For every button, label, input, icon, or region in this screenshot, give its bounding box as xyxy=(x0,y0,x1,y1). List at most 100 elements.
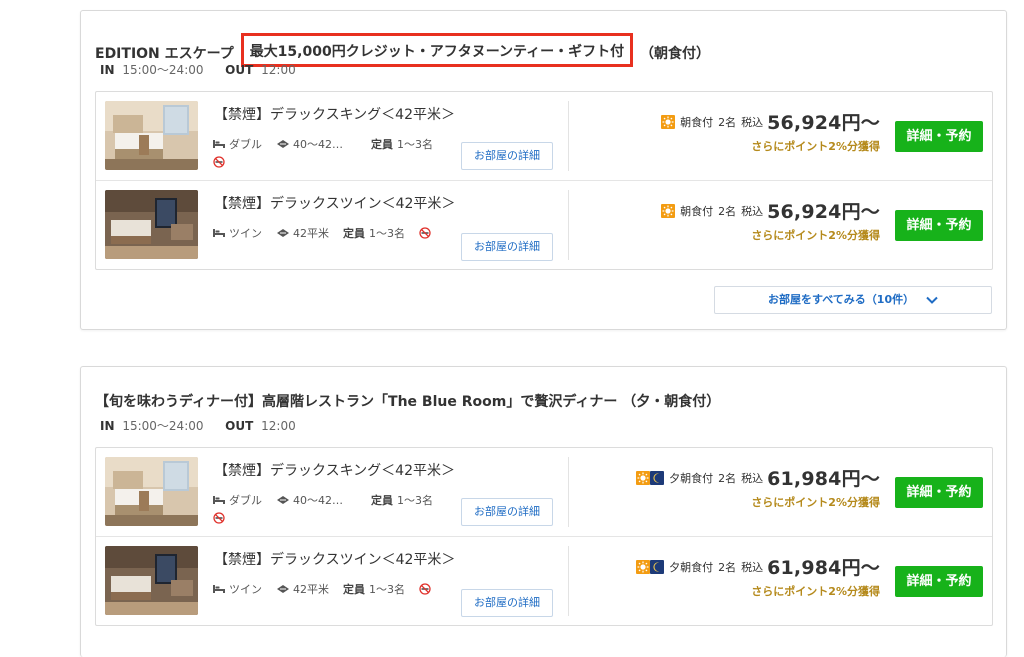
divider xyxy=(568,190,569,260)
room-name[interactable]: 【禁煙】デラックスキング＜42平米＞ xyxy=(214,460,455,480)
sun-icon xyxy=(636,471,650,485)
tax-label: 税込 xyxy=(741,115,764,129)
tax-label: 税込 xyxy=(741,471,764,485)
room-specs: ダブル 40〜42… 定員 1〜3名 xyxy=(212,492,447,508)
plan-title[interactable]: 【旬を味わうディナー付】高層階レストラン「The Blue Room」で贅沢ディ… xyxy=(95,391,720,411)
reserve-button[interactable]: 詳細・予約 xyxy=(895,566,983,597)
bed-type: ダブル xyxy=(229,494,262,507)
room-detail-button[interactable]: お部屋の詳細 xyxy=(461,498,553,526)
plan-card: EDITION エスケープ 最大15,000円クレジット・アフタヌーンティー・ギ… xyxy=(80,10,1007,330)
highlighted-offer-text: 最大15,000円クレジット・アフタヌーンティー・ギフト付 xyxy=(240,33,634,67)
people-count: 2名 xyxy=(718,204,737,218)
meal-price-line: 朝食付 2名 税込 56,924円〜 xyxy=(661,108,880,135)
no-smoking-icon xyxy=(419,227,431,239)
bed-icon xyxy=(212,495,226,505)
meal-type: 朝食付 xyxy=(680,204,714,218)
see-all-rooms-label: お部屋をすべてみる（10件） xyxy=(768,293,915,306)
people-count: 2名 xyxy=(718,560,737,574)
divider xyxy=(568,546,569,616)
check-out-time: 12:00 xyxy=(261,419,296,433)
room-specs: ツイン 42平米 定員 1〜3名 xyxy=(212,225,434,241)
price: 61,984円〜 xyxy=(767,468,880,490)
check-in-time: 15:00〜24:00 xyxy=(122,419,204,433)
room-size-icon xyxy=(276,495,290,505)
meal-price-line: 夕朝食付 2名 税込 61,984円〜 xyxy=(636,553,880,580)
capacity-label: 定員 xyxy=(371,494,393,507)
meal-type: 朝食付 xyxy=(680,115,714,129)
bed-icon xyxy=(212,139,226,149)
price: 56,924円〜 xyxy=(767,201,880,223)
room-photo[interactable] xyxy=(105,546,198,615)
people-count: 2名 xyxy=(718,471,737,485)
room-row: 【禁煙】デラックスツイン＜42平米＞ ツイン 42平米 定員 1〜3名 お部屋の… xyxy=(96,537,992,625)
capacity-label: 定員 xyxy=(343,227,365,240)
check-in-out-times: IN 15:00〜24:00 OUT 12:00 xyxy=(100,61,296,78)
room-size: 42平米 xyxy=(293,227,329,240)
room-detail-button[interactable]: お部屋の詳細 xyxy=(461,142,553,170)
divider xyxy=(568,457,569,527)
room-row: 【禁煙】デラックスキング＜42平米＞ ダブル 40〜42… 定員 1〜3名 お部… xyxy=(96,448,992,537)
price: 56,924円〜 xyxy=(767,112,880,134)
moon-icon xyxy=(650,471,664,485)
room-row: 【禁煙】デラックスキング＜42平米＞ ダブル 40〜42… 定員 1〜3名 お部… xyxy=(96,92,992,181)
room-photo[interactable] xyxy=(105,101,198,170)
room-name[interactable]: 【禁煙】デラックスツイン＜42平米＞ xyxy=(214,549,455,569)
sun-icon xyxy=(661,204,675,218)
room-specs: ダブル 40〜42… 定員 1〜3名 xyxy=(212,136,447,152)
points-note: さらにポイント2%分獲得 xyxy=(751,585,880,598)
sun-icon xyxy=(661,115,675,129)
see-all-rooms-button[interactable]: お部屋をすべてみる（10件） xyxy=(714,286,992,314)
plan-title-prefix: EDITION エスケープ xyxy=(95,46,234,62)
chevron-down-icon xyxy=(926,296,938,304)
capacity-label: 定員 xyxy=(343,583,365,596)
tax-label: 税込 xyxy=(741,560,764,574)
no-smoking-icon xyxy=(419,583,431,595)
points-note: さらにポイント2%分獲得 xyxy=(751,229,880,242)
room-specs: ツイン 42平米 定員 1〜3名 xyxy=(212,581,434,597)
price: 61,984円〜 xyxy=(767,557,880,579)
room-detail-button[interactable]: お部屋の詳細 xyxy=(461,589,553,617)
room-size: 40〜42… xyxy=(293,138,343,151)
room-size: 40〜42… xyxy=(293,494,343,507)
divider xyxy=(568,101,569,171)
room-name[interactable]: 【禁煙】デラックスキング＜42平米＞ xyxy=(214,104,455,124)
room-photo[interactable] xyxy=(105,190,198,259)
meal-price-line: 夕朝食付 2名 税込 61,984円〜 xyxy=(636,464,880,491)
check-in-time: 15:00〜24:00 xyxy=(122,63,204,77)
reserve-button[interactable]: 詳細・予約 xyxy=(895,121,983,152)
capacity-value: 1〜3名 xyxy=(369,227,405,240)
check-out-label: OUT xyxy=(225,419,254,433)
room-list: 【禁煙】デラックスキング＜42平米＞ ダブル 40〜42… 定員 1〜3名 お部… xyxy=(95,91,993,270)
tax-label: 税込 xyxy=(741,204,764,218)
room-size: 42平米 xyxy=(293,583,329,596)
reserve-button[interactable]: 詳細・予約 xyxy=(895,477,983,508)
sun-icon xyxy=(636,560,650,574)
capacity-value: 1〜3名 xyxy=(369,583,405,596)
no-smoking-icon xyxy=(213,512,225,524)
room-row: 【禁煙】デラックスツイン＜42平米＞ ツイン 42平米 定員 1〜3名 お部屋の… xyxy=(96,181,992,269)
room-photo[interactable] xyxy=(105,457,198,526)
bed-type: ダブル xyxy=(229,138,262,151)
room-detail-button[interactable]: お部屋の詳細 xyxy=(461,233,553,261)
check-in-label: IN xyxy=(100,63,115,77)
bed-type: ツイン xyxy=(229,583,262,596)
bed-icon xyxy=(212,228,226,238)
plan-title-suffix: （朝食付） xyxy=(640,46,711,62)
reserve-button[interactable]: 詳細・予約 xyxy=(895,210,983,241)
check-in-out-times: IN 15:00〜24:00 OUT 12:00 xyxy=(100,417,296,434)
check-in-label: IN xyxy=(100,419,115,433)
points-note: さらにポイント2%分獲得 xyxy=(751,140,880,153)
people-count: 2名 xyxy=(718,115,737,129)
no-smoking-icon xyxy=(213,156,225,168)
room-size-icon xyxy=(276,228,290,238)
meal-type: 夕朝食付 xyxy=(669,560,714,574)
bed-type: ツイン xyxy=(229,227,262,240)
room-size-icon xyxy=(276,584,290,594)
room-size-icon xyxy=(276,139,290,149)
meal-price-line: 朝食付 2名 税込 56,924円〜 xyxy=(661,197,880,224)
room-name[interactable]: 【禁煙】デラックスツイン＜42平米＞ xyxy=(214,193,455,213)
capacity-value: 1〜3名 xyxy=(397,138,433,151)
capacity-value: 1〜3名 xyxy=(397,494,433,507)
bed-icon xyxy=(212,584,226,594)
check-out-label: OUT xyxy=(225,63,254,77)
